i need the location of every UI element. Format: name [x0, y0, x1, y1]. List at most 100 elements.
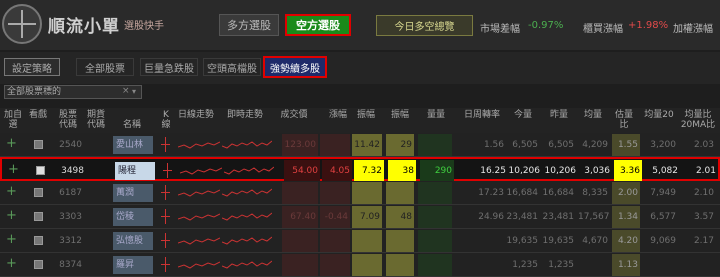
ma20-volume: 3,200: [650, 140, 676, 150]
table-row[interactable]: + 6187 萬潤 17.23 16,684 16,684 8,335 2.00…: [0, 181, 720, 205]
tab-volume-drop[interactable]: 巨量急跌股: [140, 58, 198, 76]
change-pct: 11.42: [352, 134, 382, 156]
k-wick-icon: [165, 233, 166, 248]
yesterday-volume: 19,635: [542, 236, 575, 246]
watch-checkbox[interactable]: [34, 140, 43, 149]
header-avg-vol[interactable]: 均量: [580, 110, 606, 120]
change-pct: 7.09: [352, 206, 382, 228]
change-pct: [352, 182, 382, 204]
daily-trend-sparkline: [178, 189, 220, 197]
add-watchlist-icon[interactable]: +: [6, 229, 17, 251]
table-row[interactable]: + 3498 陽程 54.00 4.05 7.32 38 290 16.25 1…: [0, 157, 720, 182]
close-price: 54.00: [284, 160, 320, 182]
header-ma20-ratio[interactable]: 均量比20MA比: [678, 110, 718, 130]
header-watch[interactable]: 看戲: [28, 110, 48, 120]
header-code[interactable]: 股票代碼: [56, 110, 80, 130]
estimated-ratio: 4.20: [612, 230, 640, 252]
stock-name[interactable]: 陽程: [115, 162, 155, 180]
close-price: 123.00: [282, 134, 318, 156]
header-trend[interactable]: 日線走勢: [176, 110, 216, 120]
amplitude: [386, 182, 414, 204]
average-volume: 8,335: [582, 188, 608, 198]
ma20-volume: 6,577: [650, 212, 676, 222]
long-mode-button[interactable]: 多方選股: [219, 14, 279, 36]
table-row[interactable]: + 2540 愛山林 123.00 11.42 29 1.56 6,505 6,…: [0, 133, 720, 157]
volume-ratio: [418, 206, 452, 228]
tab-strong-continue[interactable]: 強勢續多股: [263, 56, 327, 78]
add-watchlist-icon[interactable]: +: [6, 133, 17, 155]
average-volume: 4,670: [582, 236, 608, 246]
header-turnover[interactable]: 日周轉率: [460, 110, 504, 120]
watch-checkbox[interactable]: [34, 188, 43, 197]
today-volume: 23,481: [506, 212, 539, 222]
add-watchlist-icon[interactable]: +: [6, 205, 17, 227]
watch-checkbox[interactable]: [34, 236, 43, 245]
header-futures[interactable]: 期貨代碼: [84, 110, 108, 130]
chevron-down-icon[interactable]: ▾: [132, 85, 142, 99]
daily-trend-sparkline: [178, 261, 220, 269]
clear-icon[interactable]: ×: [122, 85, 132, 99]
change-value: [320, 182, 350, 204]
turnover-rate: 24.96: [478, 212, 504, 222]
add-watchlist-icon[interactable]: +: [6, 181, 17, 203]
yesterday-volume: 6,505: [548, 140, 574, 150]
stock-code: 8374: [59, 260, 82, 270]
header-amp[interactable]: 振幅: [390, 110, 410, 120]
volume-ratio: [418, 254, 452, 276]
header-ma20[interactable]: 均量20: [644, 110, 674, 120]
settings-tab[interactable]: 設定策略: [4, 58, 60, 76]
estimated-ratio: 2.00: [612, 182, 640, 204]
header-close[interactable]: 成交價: [278, 110, 310, 120]
header-yest-vol[interactable]: 昨量: [546, 110, 572, 120]
estimated-ratio: 3.36: [614, 160, 642, 182]
header-est-ratio[interactable]: 估量比: [612, 110, 636, 130]
stock-name[interactable]: 愛山林: [113, 136, 153, 154]
change-value: [320, 230, 350, 252]
table-row[interactable]: + 3312 弘憶股 19,635 19,635 4,670 4.20 9,06…: [0, 229, 720, 253]
tab-bear-high[interactable]: 空頭高檔股: [203, 58, 261, 76]
intraday-sparkline: [222, 188, 272, 197]
tab-all-stocks[interactable]: 全部股票: [76, 58, 134, 76]
watch-checkbox[interactable]: [36, 166, 45, 175]
header-vol-ratio[interactable]: 量量: [424, 110, 448, 120]
short-mode-button[interactable]: 空方選股: [285, 14, 351, 36]
yesterday-volume: 16,684: [542, 188, 575, 198]
header-k[interactable]: K線: [160, 110, 172, 130]
change-pct: 7.32: [354, 160, 384, 182]
volume-ratio: [418, 230, 452, 252]
amplitude: 38: [388, 160, 416, 182]
header-name[interactable]: 名稱: [120, 120, 144, 130]
stock-name[interactable]: 萬潤: [113, 184, 153, 202]
k-wick-icon: [165, 257, 166, 272]
close-price: [282, 230, 318, 252]
stock-name[interactable]: 羅昇: [113, 256, 153, 274]
k-wick-icon: [167, 163, 168, 178]
watch-checkbox[interactable]: [34, 212, 43, 221]
app-subtitle: 選股快手: [124, 20, 164, 32]
header-intraday[interactable]: 即時走勢: [222, 110, 268, 120]
table-row[interactable]: + 8374 羅昇 1,235 1,235 1.13: [0, 253, 720, 277]
today-volume: 16,684: [506, 188, 539, 198]
header-pct[interactable]: 振幅: [356, 110, 376, 120]
turnover-rate: 17.23: [478, 188, 504, 198]
turnover-rate: 16.25: [480, 166, 506, 176]
ma20-ratio: 3.57: [693, 212, 714, 222]
add-watchlist-icon[interactable]: +: [6, 253, 17, 275]
today-overview-button[interactable]: 今日多空總覽: [376, 15, 473, 36]
header-today-vol[interactable]: 今量: [510, 110, 536, 120]
average-volume: 3,036: [584, 166, 610, 176]
today-volume: 1,235: [512, 260, 538, 270]
header-add[interactable]: 加自選: [2, 110, 24, 130]
ma20-ratio: 2.10: [693, 188, 714, 198]
stock-code: 3303: [59, 212, 82, 222]
stock-name[interactable]: 弘憶股: [113, 232, 153, 250]
stock-name[interactable]: 岱稜: [113, 208, 153, 226]
app-name: 順流小單: [48, 16, 120, 37]
change-value: [320, 134, 350, 156]
add-watchlist-icon[interactable]: +: [8, 159, 19, 181]
watch-checkbox[interactable]: [34, 260, 43, 269]
table-row[interactable]: + 3303 岱稜 67.40 -0.44 7.09 48 24.96 23,4…: [0, 205, 720, 229]
header-change[interactable]: 漲幅: [326, 110, 350, 120]
estimated-ratio: 1.13: [612, 254, 640, 276]
volume-ratio: [418, 182, 452, 204]
